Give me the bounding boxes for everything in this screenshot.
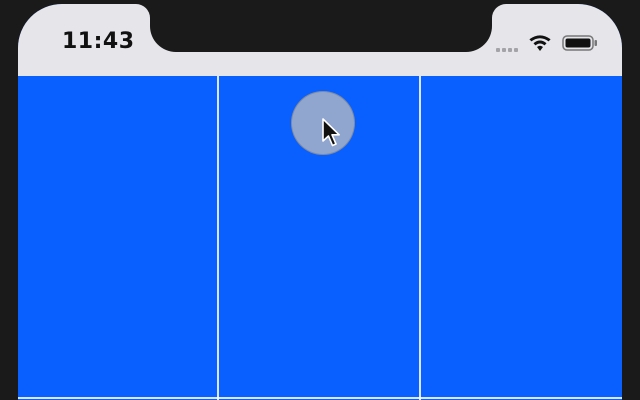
- status-time: 11:43: [62, 29, 135, 54]
- grid-content: [18, 76, 622, 400]
- grid-cell[interactable]: [421, 76, 622, 397]
- grid-divider: [419, 76, 421, 400]
- phone-screen: 11:43: [18, 4, 622, 400]
- status-bar: 11:43: [18, 4, 622, 76]
- grid-cell[interactable]: [18, 76, 217, 397]
- cellular-signal-icon: [496, 40, 518, 52]
- device-frame: 11:43: [0, 0, 640, 400]
- mouse-pointer-icon: [322, 118, 340, 147]
- grid-divider: [18, 397, 622, 399]
- battery-icon: [562, 35, 597, 51]
- status-icons: [496, 33, 598, 53]
- notch: [150, 4, 492, 52]
- wifi-icon: [529, 35, 551, 51]
- grid-divider: [217, 76, 219, 400]
